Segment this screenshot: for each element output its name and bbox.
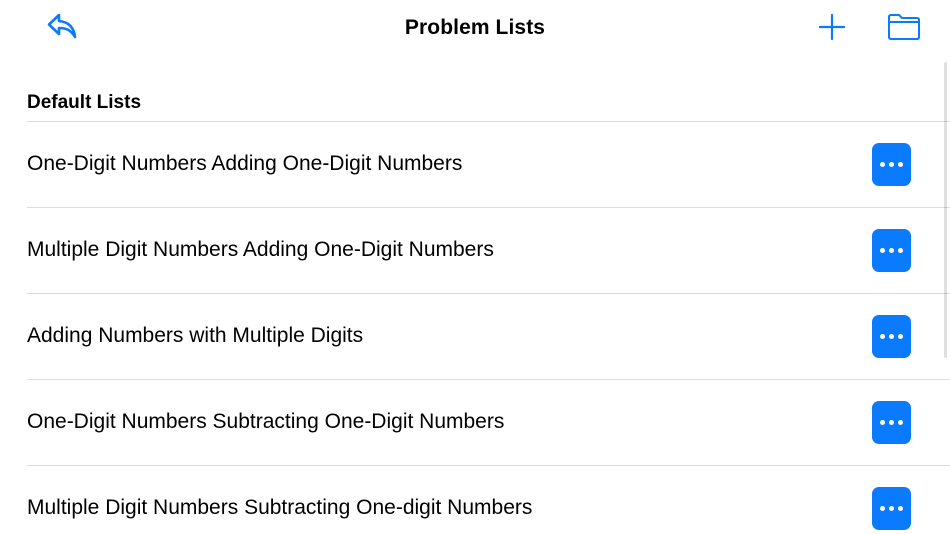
more-options-button[interactable]: [872, 315, 911, 358]
more-options-button[interactable]: [872, 229, 911, 272]
scrollbar[interactable]: [944, 62, 947, 358]
ellipsis-icon: [878, 248, 905, 253]
list-item-label: Multiple Digit Numbers Adding One-Digit …: [27, 238, 494, 261]
folder-icon: [887, 13, 921, 46]
list-item-label: One-Digit Numbers Adding One-Digit Numbe…: [27, 152, 463, 175]
navigation-bar: Problem Lists: [0, 0, 950, 58]
ellipsis-icon: [878, 506, 905, 511]
list-item[interactable]: Adding Numbers with Multiple Digits: [27, 293, 950, 379]
problem-list: One-Digit Numbers Adding One-Digit Numbe…: [27, 121, 950, 534]
list-item-label: Adding Numbers with Multiple Digits: [27, 324, 364, 347]
ellipsis-icon: [878, 334, 905, 339]
list-item[interactable]: Multiple Digit Numbers Subtracting One-d…: [27, 465, 950, 534]
problem-lists-screen: Problem Lists Default Lists One-Digit Nu…: [0, 0, 950, 534]
ellipsis-icon: [878, 162, 905, 167]
more-options-button[interactable]: [872, 143, 911, 186]
more-options-button[interactable]: [872, 401, 911, 444]
folder-button[interactable]: [884, 10, 924, 48]
list-item[interactable]: One-Digit Numbers Adding One-Digit Numbe…: [27, 121, 950, 207]
list-item-label: Multiple Digit Numbers Subtracting One-d…: [27, 496, 533, 519]
add-list-button[interactable]: [812, 10, 852, 48]
list-item[interactable]: Multiple Digit Numbers Adding One-Digit …: [27, 207, 950, 293]
plus-icon: [818, 13, 846, 45]
list-item[interactable]: One-Digit Numbers Subtracting One-Digit …: [27, 379, 950, 465]
ellipsis-icon: [878, 420, 905, 425]
list-item-label: One-Digit Numbers Subtracting One-Digit …: [27, 410, 505, 433]
section-header-default-lists: Default Lists: [27, 92, 142, 113]
more-options-button[interactable]: [872, 487, 911, 530]
page-title: Problem Lists: [404, 16, 546, 39]
